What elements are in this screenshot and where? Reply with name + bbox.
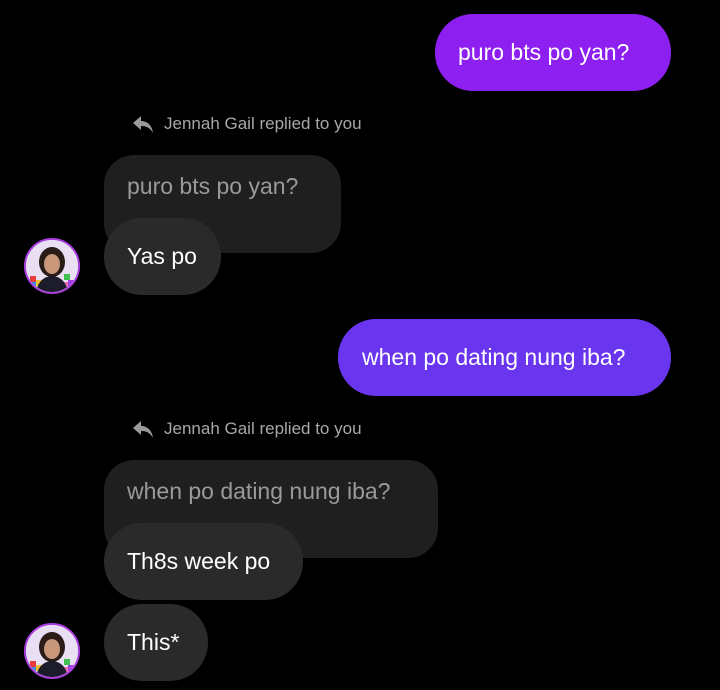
message-text: This* <box>127 629 180 655</box>
reply-indicator: Jennah Gail replied to you <box>131 419 362 439</box>
outgoing-message-bubble[interactable]: when po dating nung iba? <box>338 319 671 396</box>
reply-arrow-icon <box>133 116 153 133</box>
reply-indicator: Jennah Gail replied to you <box>131 114 362 134</box>
outgoing-message-bubble[interactable]: puro bts po yan? <box>435 14 671 91</box>
profile-photo <box>26 625 78 677</box>
message-text: Th8s week po <box>127 548 271 574</box>
profile-photo <box>26 240 78 292</box>
reply-label-text: Jennah Gail replied to you <box>164 419 362 438</box>
avatar[interactable] <box>24 238 80 294</box>
message-text: when po dating nung iba? <box>362 344 626 370</box>
avatar[interactable] <box>24 623 80 679</box>
incoming-message-bubble[interactable]: Yas po <box>104 218 221 295</box>
reply-label-text: Jennah Gail replied to you <box>164 114 362 133</box>
quoted-message-text: puro bts po yan? <box>127 173 299 199</box>
message-text: puro bts po yan? <box>458 39 630 65</box>
incoming-message-bubble[interactable]: This* <box>104 604 208 681</box>
message-text: Yas po <box>127 243 197 269</box>
quoted-message-text: when po dating nung iba? <box>127 478 391 504</box>
incoming-message-bubble[interactable]: Th8s week po <box>104 523 303 600</box>
reply-arrow-icon <box>133 421 153 438</box>
